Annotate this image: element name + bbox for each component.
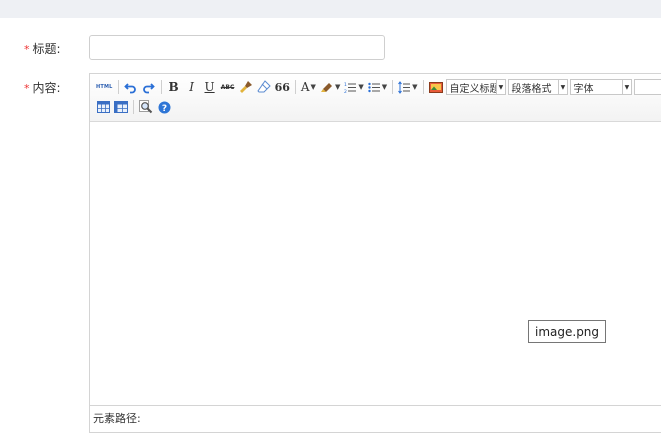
custom-heading-select[interactable]: 自定义标题 ▼ xyxy=(446,79,506,95)
editor-toolbar: HTML B I U xyxy=(90,74,661,122)
paragraph-format-select[interactable]: 段落格式 ▼ xyxy=(508,79,568,95)
toolbar-divider xyxy=(423,80,424,94)
tooltip-text: image.png xyxy=(535,325,599,339)
ordered-list-button[interactable]: 1 2 ▼ xyxy=(343,78,364,96)
paragraph-format-value: 段落格式 xyxy=(509,80,559,95)
undo-button[interactable] xyxy=(123,78,139,96)
italic-button[interactable]: I xyxy=(184,78,200,96)
table-icon xyxy=(97,101,110,113)
html-source-button[interactable]: HTML xyxy=(95,78,114,96)
bold-icon: B xyxy=(168,80,178,94)
font-family-value: 字体 xyxy=(571,80,623,95)
chevron-down-icon: ▼ xyxy=(311,83,316,91)
toolbar-row-2: ? xyxy=(94,97,173,117)
chevron-down-icon: ▼ xyxy=(382,83,387,91)
italic-icon: I xyxy=(189,80,194,94)
insert-image-button[interactable] xyxy=(428,78,444,96)
rich-text-editor: HTML B I U xyxy=(89,73,661,433)
redo-icon xyxy=(142,81,155,94)
preview-button[interactable] xyxy=(138,98,154,116)
help-icon: ? xyxy=(158,101,171,114)
svg-text:1: 1 xyxy=(344,82,347,88)
blockquote-button[interactable]: 66 xyxy=(274,78,291,96)
toolbar-divider xyxy=(133,100,134,114)
strikethrough-button[interactable]: ABC xyxy=(220,78,236,96)
toolbar-row-1: HTML B I U xyxy=(94,77,661,97)
toolbar-divider xyxy=(118,80,119,94)
format-brush-icon xyxy=(239,80,253,94)
chevron-down-icon: ▼ xyxy=(335,83,340,91)
chevron-down-icon: ▼ xyxy=(558,80,566,94)
font-family-select[interactable]: 字体 ▼ xyxy=(570,79,632,95)
toolbar-divider xyxy=(161,80,162,94)
image-icon xyxy=(429,81,443,94)
top-strip xyxy=(0,0,661,18)
highlighter-icon xyxy=(320,80,334,94)
svg-text:?: ? xyxy=(161,103,166,113)
toolbar-divider xyxy=(295,80,296,94)
background-color-button[interactable]: ▼ xyxy=(319,78,341,96)
chevron-down-icon: ▼ xyxy=(358,83,363,91)
underline-icon: U xyxy=(205,80,215,94)
eraser-button[interactable] xyxy=(256,78,272,96)
chevron-down-icon: ▼ xyxy=(496,80,504,94)
toolbar-divider xyxy=(392,80,393,94)
line-height-icon xyxy=(398,81,411,94)
svg-text:2: 2 xyxy=(344,89,347,94)
bold-button[interactable]: B xyxy=(166,78,182,96)
insert-table-button[interactable] xyxy=(95,98,111,116)
help-button[interactable]: ? xyxy=(156,98,172,116)
content-label-wrap: *内容: xyxy=(24,79,61,96)
filename-tooltip: image.png xyxy=(528,320,606,343)
eraser-icon xyxy=(257,80,271,94)
format-brush-button[interactable] xyxy=(238,78,254,96)
title-label-wrap: *标题: xyxy=(24,40,61,57)
required-mark: * xyxy=(24,43,30,56)
unordered-list-button[interactable]: ▼ xyxy=(367,78,388,96)
magnifier-icon xyxy=(139,100,153,114)
title-label: 标题: xyxy=(33,42,61,56)
underline-button[interactable]: U xyxy=(202,78,218,96)
strikethrough-icon: ABC xyxy=(221,84,235,91)
editor-statusbar: 元素路径: xyxy=(90,405,661,432)
required-mark: * xyxy=(24,82,30,95)
ordered-list-icon: 1 2 xyxy=(344,81,357,94)
chevron-down-icon: ▼ xyxy=(412,83,417,91)
content-label: 内容: xyxy=(33,81,61,95)
title-input[interactable] xyxy=(89,35,385,60)
undo-icon xyxy=(124,81,137,94)
redo-button[interactable] xyxy=(141,78,157,96)
font-size-select[interactable] xyxy=(634,79,661,95)
custom-heading-value: 自定义标题 xyxy=(447,80,497,95)
line-height-button[interactable]: ▼ xyxy=(397,78,418,96)
html-source-icon: HTML xyxy=(96,84,113,90)
font-color-button[interactable]: A ▼ xyxy=(300,78,317,96)
table-properties-button[interactable] xyxy=(113,98,129,116)
unordered-list-icon xyxy=(368,81,381,94)
editor-content-area[interactable] xyxy=(90,122,661,405)
chevron-down-icon: ▼ xyxy=(622,80,630,94)
element-path-label: 元素路径: xyxy=(93,412,141,425)
table-properties-icon xyxy=(114,101,128,113)
blockquote-icon: 66 xyxy=(275,81,290,94)
font-color-icon: A xyxy=(301,80,310,94)
